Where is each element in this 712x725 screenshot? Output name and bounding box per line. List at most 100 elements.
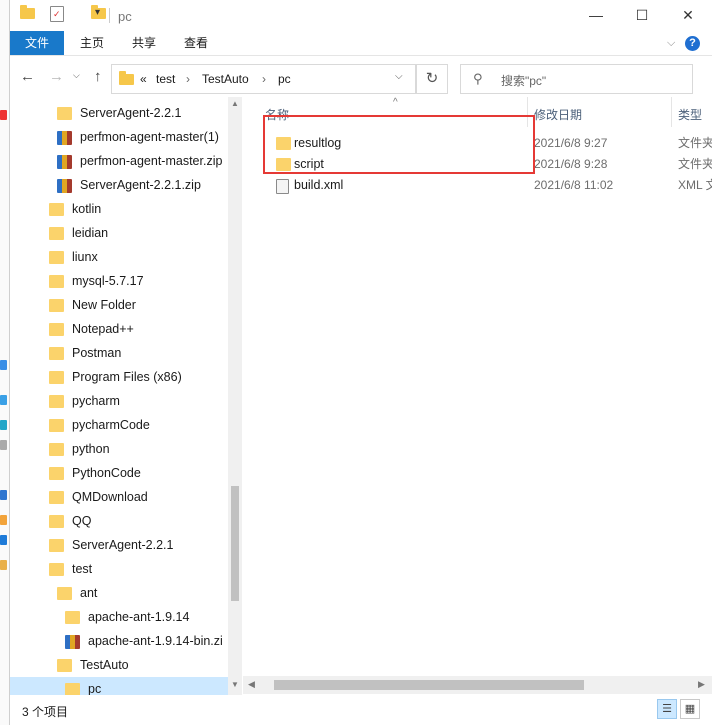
tree-item[interactable]: Postman (10, 341, 228, 365)
zip-archive-icon (57, 154, 72, 169)
file-row[interactable]: build.xml 2021/6/8 11:02 XML 文 (243, 175, 712, 196)
scroll-left-icon[interactable]: ◀ (248, 679, 255, 690)
tree-item[interactable]: apache-ant-1.9.14 (10, 605, 228, 629)
tree-item[interactable]: test (10, 557, 228, 581)
tree-item[interactable]: pc (10, 677, 228, 695)
tree-item[interactable]: ant (10, 581, 228, 605)
tab-view[interactable]: 查看 (176, 31, 216, 55)
tree-item-label: TestAuto (80, 658, 129, 672)
scrollbar-thumb[interactable] (274, 680, 584, 690)
recent-locations-chevron-icon[interactable]: ⌵ (73, 70, 80, 81)
scroll-right-icon[interactable]: ▶ (698, 679, 705, 690)
tab-home[interactable]: 主页 (72, 31, 112, 55)
tree-item-label: Program Files (x86) (72, 370, 182, 384)
folder-icon (49, 515, 64, 529)
folder-icon (49, 419, 64, 433)
breadcrumb-separator[interactable]: › (262, 72, 266, 86)
tree-item[interactable]: QMDownload (10, 485, 228, 509)
tree-item-label: perfmon-agent-master(1) (80, 130, 219, 144)
tree-item[interactable]: python (10, 437, 228, 461)
folder-icon (49, 539, 64, 553)
maximize-button[interactable]: ☐ (619, 0, 665, 31)
breadcrumb-overflow[interactable]: « (140, 72, 147, 86)
large-icons-view-icon[interactable]: ▦ (680, 699, 700, 719)
tree-item[interactable]: QQ (10, 509, 228, 533)
tree-item[interactable]: ServerAgent-2.2.1 (10, 101, 228, 125)
tree-item[interactable]: Notepad++ (10, 317, 228, 341)
item-count: 3 个项目 (22, 705, 69, 719)
breadcrumb-test[interactable]: test (156, 72, 175, 86)
close-button[interactable]: ✕ (665, 0, 711, 31)
tree-item-label: ServerAgent-2.2.1.zip (80, 178, 201, 192)
tree-item[interactable]: liunx (10, 245, 228, 269)
tree-item[interactable]: leidian (10, 221, 228, 245)
folder-icon (49, 227, 64, 241)
column-header-type[interactable]: 类型 (678, 106, 702, 123)
back-arrow-icon[interactable]: ← (20, 68, 35, 85)
details-view-icon[interactable]: ☰ (657, 699, 677, 719)
address-bar[interactable]: « test › TestAuto › pc ⌵ (111, 64, 416, 94)
tree-item-label: pycharm (72, 394, 120, 408)
tree-item[interactable]: pycharmCode (10, 413, 228, 437)
search-input[interactable]: ⚲ 搜索"pc" (460, 64, 693, 94)
tree-item[interactable]: perfmon-agent-master(1) (10, 125, 228, 149)
file-date: 2021/6/8 9:27 (534, 136, 608, 150)
background-window-strip (0, 0, 9, 725)
folder-icon (49, 275, 64, 289)
tree-item[interactable]: perfmon-agent-master.zip (10, 149, 228, 173)
tree-item[interactable]: apache-ant-1.9.14-bin.zi (10, 629, 228, 653)
breadcrumb-testauto[interactable]: TestAuto (202, 72, 249, 86)
tree-item[interactable]: Program Files (x86) (10, 365, 228, 389)
expand-ribbon-chevron-icon[interactable]: ⌵ (667, 37, 675, 50)
horizontal-scrollbar[interactable]: ◀ ▶ (243, 676, 712, 694)
tree-item[interactable]: mysql-5.7.17 (10, 269, 228, 293)
tree-item[interactable]: New Folder (10, 293, 228, 317)
scroll-down-icon[interactable]: ▼ (231, 680, 239, 689)
folder-icon (49, 395, 64, 409)
breadcrumb-pc[interactable]: pc (278, 72, 291, 86)
tree-item-label: QQ (72, 514, 92, 528)
file-type: 文件夹 (678, 136, 712, 150)
help-icon[interactable]: ? (685, 36, 700, 51)
forward-arrow-icon[interactable]: → (49, 68, 64, 85)
title-bar: ✓ ▾ pc — ☐ ✕ (10, 0, 712, 31)
tree-item[interactable]: TestAuto (10, 653, 228, 677)
tree-item[interactable]: kotlin (10, 197, 228, 221)
address-dropdown-icon[interactable]: ⌵ (395, 71, 403, 82)
up-arrow-icon[interactable]: ↑ (94, 68, 102, 85)
file-type: 文件夹 (678, 157, 712, 171)
column-header-date[interactable]: 修改日期 (534, 106, 582, 123)
scrollbar-thumb[interactable] (231, 486, 239, 601)
tree-item-label: pc (88, 682, 102, 695)
tree-item-label: QMDownload (72, 490, 148, 504)
tree-item-label: perfmon-agent-master.zip (80, 154, 223, 168)
tree-item[interactable]: pycharm (10, 389, 228, 413)
minimize-button[interactable]: — (573, 0, 619, 31)
folder-icon (49, 299, 64, 313)
customize-toolbar-chevron-icon[interactable]: ▾ (95, 7, 100, 18)
properties-icon[interactable]: ✓ (50, 6, 64, 22)
breadcrumb-separator[interactable]: › (186, 72, 190, 86)
folder-icon (49, 347, 64, 361)
tree-item[interactable]: ServerAgent-2.2.1.zip (10, 173, 228, 197)
navigation-pane[interactable]: ServerAgent-2.2.1 perfmon-agent-master(1)… (10, 97, 242, 695)
column-divider[interactable] (671, 97, 672, 127)
tree-item[interactable]: PythonCode (10, 461, 228, 485)
ribbon-tabs: 文件 主页 共享 查看 ⌵ ? (10, 31, 712, 55)
folder-icon (65, 611, 80, 625)
tree-item-label: leidian (72, 226, 109, 240)
tree-item-label: Postman (72, 346, 122, 360)
tree-item-label: apache-ant-1.9.14-bin.zi (88, 634, 223, 648)
refresh-button[interactable]: ↻ (416, 64, 448, 94)
folder-icon (57, 659, 72, 673)
tab-share[interactable]: 共享 (124, 31, 164, 55)
scroll-up-icon[interactable]: ▲ (231, 99, 239, 108)
tree-item[interactable]: ServerAgent-2.2.1 (10, 533, 228, 557)
folder-icon (57, 587, 72, 601)
tree-item-label: apache-ant-1.9.14 (88, 610, 190, 624)
tab-file[interactable]: 文件 (10, 31, 64, 55)
zip-archive-icon (57, 130, 72, 145)
navigation-scrollbar[interactable]: ▲ ▼ (228, 97, 242, 695)
sort-ascending-icon: ^ (393, 97, 398, 108)
window-title: pc (118, 9, 132, 24)
